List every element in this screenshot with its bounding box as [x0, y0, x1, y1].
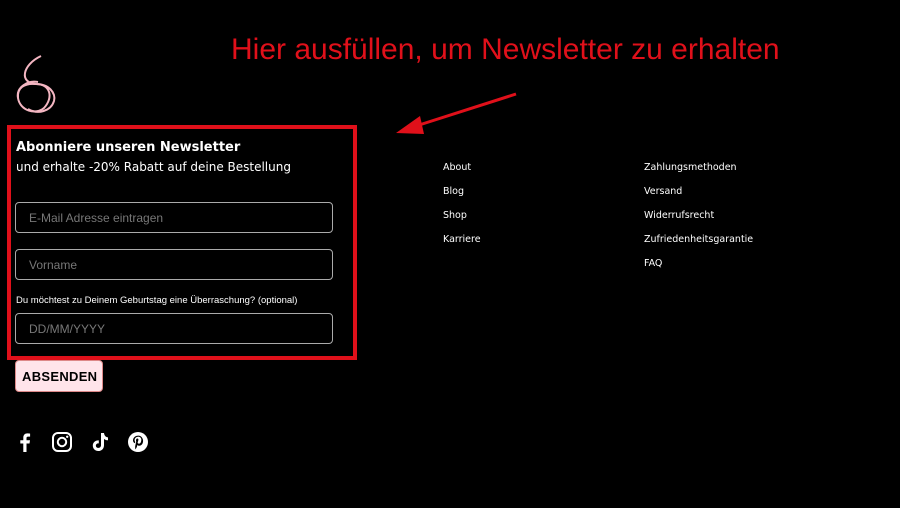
brand-logo[interactable]	[14, 53, 58, 115]
footer-link-zahlungsmethoden[interactable]: Zahlungsmethoden	[644, 162, 753, 186]
newsletter-subtitle: und erhalte -20% Rabatt auf deine Bestel…	[16, 160, 291, 174]
footer-link-about[interactable]: About	[443, 162, 481, 186]
footer-link-widerrufsrecht[interactable]: Widerrufsrecht	[644, 210, 753, 234]
annotation-text: Hier ausfüllen, um Newsletter zu erhalte…	[231, 33, 780, 66]
birthday-input[interactable]	[15, 313, 333, 344]
annotation-arrow	[396, 92, 517, 134]
newsletter-title: Abonniere unseren Newsletter	[16, 140, 241, 155]
footer-link-shop[interactable]: Shop	[443, 210, 481, 234]
footer-col-1: About Blog Shop Karriere	[443, 162, 481, 258]
footer-col-2: Zahlungsmethoden Versand Widerrufsrecht …	[644, 162, 753, 282]
birthday-label: Du möchtest zu Deinem Geburtstag eine Üb…	[16, 295, 298, 306]
footer-link-blog[interactable]: Blog	[443, 186, 481, 210]
submit-button[interactable]: ABSENDEN	[15, 360, 103, 392]
footer-link-zufriedenheitsgarantie[interactable]: Zufriedenheitsgarantie	[644, 234, 753, 258]
instagram-icon[interactable]	[51, 431, 73, 453]
pinterest-icon[interactable]	[127, 431, 149, 453]
footer-link-karriere[interactable]: Karriere	[443, 234, 481, 258]
email-input[interactable]	[15, 202, 333, 233]
footer-link-versand[interactable]: Versand	[644, 186, 753, 210]
tiktok-icon[interactable]	[89, 431, 111, 453]
footer-link-faq[interactable]: FAQ	[644, 258, 753, 282]
firstname-input[interactable]	[15, 249, 333, 280]
facebook-icon[interactable]	[14, 431, 36, 453]
